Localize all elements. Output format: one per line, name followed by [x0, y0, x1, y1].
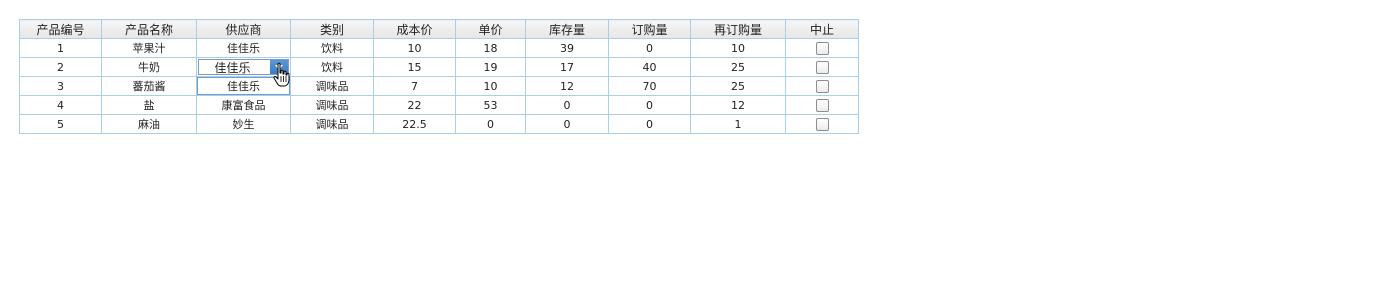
cell-stock[interactable]: 12: [525, 76, 609, 96]
cell-stock[interactable]: 39: [525, 38, 609, 58]
cell-discontinued: [785, 57, 859, 77]
discontinued-checkbox[interactable]: [815, 98, 829, 112]
products-grid: 产品编号 产品名称 供应商 类别 成本价 单价 库存量 订购量 再订购量 中止 …: [19, 19, 859, 134]
discontinued-checkbox[interactable]: [815, 60, 829, 74]
cell-category[interactable]: 调味品: [290, 95, 374, 115]
cell-price[interactable]: 0: [455, 114, 526, 134]
table-row[interactable]: 3 蕃茄酱 佳佳乐 调味品 7 10 12 70 25: [19, 76, 859, 96]
cell-name[interactable]: 盐: [101, 95, 197, 115]
cell-cost[interactable]: 15: [373, 57, 456, 77]
cell-category[interactable]: 饮料: [290, 38, 374, 58]
cell-supplier[interactable]: 妙生: [196, 114, 291, 134]
cell-id[interactable]: 1: [19, 38, 102, 58]
table-row[interactable]: 1 苹果汁 佳佳乐 饮料 10 18 39 0 10: [19, 38, 859, 58]
cell-price[interactable]: 18: [455, 38, 526, 58]
column-header-supplier[interactable]: 供应商: [196, 19, 291, 39]
cell-supplier[interactable]: 佳佳乐: [196, 38, 291, 58]
cell-id[interactable]: 2: [19, 57, 102, 77]
column-header-cost[interactable]: 成本价: [373, 19, 456, 39]
cell-name[interactable]: 牛奶: [101, 57, 197, 77]
cell-cost[interactable]: 10: [373, 38, 456, 58]
cell-category[interactable]: 调味品: [290, 76, 374, 96]
cell-name[interactable]: 苹果汁: [101, 38, 197, 58]
cell-id[interactable]: 3: [19, 76, 102, 96]
cell-name[interactable]: 麻油: [101, 114, 197, 134]
cell-discontinued: [785, 38, 859, 58]
cell-stock[interactable]: 0: [525, 114, 609, 134]
supplier-combobox-value[interactable]: 佳佳乐: [199, 59, 270, 76]
discontinued-checkbox[interactable]: [815, 41, 829, 55]
cell-id[interactable]: 4: [19, 95, 102, 115]
column-header-reorder[interactable]: 再订购量: [690, 19, 786, 39]
cell-cost[interactable]: 7: [373, 76, 456, 96]
supplier-dropdown-button[interactable]: [270, 60, 288, 74]
cell-reorder[interactable]: 10: [690, 38, 786, 58]
column-header-name[interactable]: 产品名称: [101, 19, 197, 39]
column-header-category[interactable]: 类别: [290, 19, 374, 39]
cell-id[interactable]: 5: [19, 114, 102, 134]
cell-supplier[interactable]: 康富食品: [196, 95, 291, 115]
cell-reorder[interactable]: 25: [690, 76, 786, 96]
cell-reorder[interactable]: 1: [690, 114, 786, 134]
cell-discontinued: [785, 95, 859, 115]
cell-cost[interactable]: 22.5: [373, 114, 456, 134]
cell-category[interactable]: 饮料: [290, 57, 374, 77]
column-header-id[interactable]: 产品编号: [19, 19, 102, 39]
cell-discontinued: [785, 76, 859, 96]
discontinued-checkbox[interactable]: [815, 117, 829, 131]
chevron-down-icon: [275, 64, 283, 70]
cell-price[interactable]: 10: [455, 76, 526, 96]
table-row[interactable]: 4 盐 康富食品 调味品 22 53 0 0 12: [19, 95, 859, 115]
column-header-price[interactable]: 单价: [455, 19, 526, 39]
column-header-ordered[interactable]: 订购量: [608, 19, 691, 39]
header-row: 产品编号 产品名称 供应商 类别 成本价 单价 库存量 订购量 再订购量 中止: [19, 19, 859, 39]
table-row[interactable]: 5 麻油 妙生 调味品 22.5 0 0 0 1: [19, 114, 859, 134]
cell-ordered[interactable]: 70: [608, 76, 691, 96]
cell-discontinued: [785, 114, 859, 134]
cell-ordered[interactable]: 0: [608, 114, 691, 134]
cell-ordered[interactable]: 40: [608, 57, 691, 77]
cell-category[interactable]: 调味品: [290, 114, 374, 134]
cell-price[interactable]: 19: [455, 57, 526, 77]
cell-stock[interactable]: 17: [525, 57, 609, 77]
cell-ordered[interactable]: 0: [608, 38, 691, 58]
cell-supplier-editing[interactable]: 佳佳乐: [196, 57, 291, 77]
table-row[interactable]: 2 牛奶 佳佳乐 饮料 15 19 17 40 25: [19, 57, 859, 77]
cell-supplier[interactable]: 佳佳乐: [196, 76, 291, 96]
cell-stock[interactable]: 0: [525, 95, 609, 115]
cell-price[interactable]: 53: [455, 95, 526, 115]
column-header-discontinued[interactable]: 中止: [785, 19, 859, 39]
cell-ordered[interactable]: 0: [608, 95, 691, 115]
cell-reorder[interactable]: 25: [690, 57, 786, 77]
cell-reorder[interactable]: 12: [690, 95, 786, 115]
discontinued-checkbox[interactable]: [815, 79, 829, 93]
column-header-stock[interactable]: 库存量: [525, 19, 609, 39]
cell-cost[interactable]: 22: [373, 95, 456, 115]
cell-name[interactable]: 蕃茄酱: [101, 76, 197, 96]
supplier-combobox[interactable]: 佳佳乐: [198, 59, 289, 75]
